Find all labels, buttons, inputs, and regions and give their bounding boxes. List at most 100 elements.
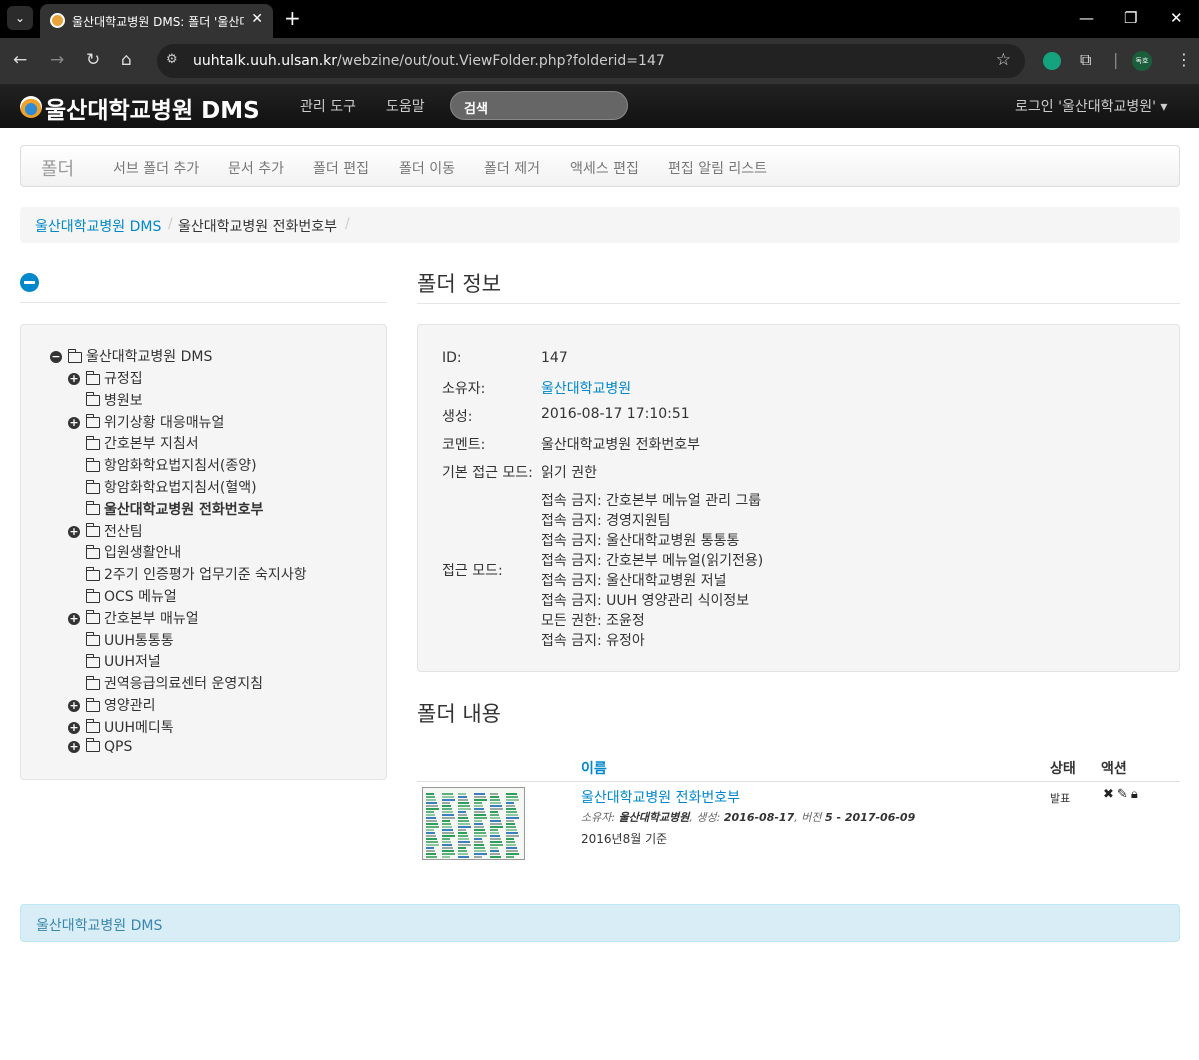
thumbnail-line bbox=[474, 835, 487, 837]
thumbnail-line bbox=[506, 850, 518, 852]
thumbnail-line bbox=[474, 808, 484, 810]
lock-icon[interactable]: 🔒︎ bbox=[1131, 787, 1138, 802]
new-tab-icon[interactable]: + bbox=[284, 6, 301, 30]
thumbnail-line bbox=[490, 817, 500, 819]
tree-item[interactable]: + 규정집 bbox=[68, 368, 143, 388]
nav-help[interactable]: 도움말 bbox=[386, 96, 425, 116]
tree-item-label: 병원보 bbox=[104, 392, 143, 409]
edit-notify-list-link[interactable]: 편집 알림 리스트 bbox=[668, 158, 767, 178]
browser-menu-icon[interactable]: ⋮ bbox=[1176, 50, 1192, 69]
thumbnail-line bbox=[458, 817, 468, 819]
collapse-node-icon[interactable]: − bbox=[50, 351, 62, 363]
tree-item[interactable]: + UUH메디톡 bbox=[68, 717, 174, 737]
profile-avatar[interactable]: 독호 bbox=[1132, 51, 1152, 71]
divider bbox=[417, 303, 1180, 304]
back-icon[interactable]: ← bbox=[13, 50, 27, 70]
extensions-puzzle-icon[interactable]: ⧉ bbox=[1080, 50, 1091, 70]
thumbnail-line bbox=[426, 796, 435, 798]
tree-item[interactable]: 울산대학교병원 전화번호부 bbox=[68, 499, 263, 519]
tree-item[interactable]: UUH통통통 bbox=[68, 630, 174, 650]
expand-node-icon[interactable]: + bbox=[68, 740, 80, 753]
reload-icon[interactable]: ↻ bbox=[86, 50, 100, 70]
thumbnail-line bbox=[474, 841, 483, 843]
tree-item[interactable]: + 위기상황 대응매뉴얼 bbox=[68, 412, 224, 432]
name-column-header[interactable]: 이름 bbox=[581, 758, 607, 778]
default-access-label: 기본 접근 모드: bbox=[442, 465, 533, 481]
thumbnail-line bbox=[506, 808, 516, 810]
tree-item[interactable]: 병원보 bbox=[68, 390, 143, 410]
search-input[interactable]: 검색 bbox=[450, 91, 628, 120]
document-title-link[interactable]: 울산대학교병원 전화번호부 bbox=[581, 787, 740, 807]
thumbnail-line bbox=[474, 832, 486, 834]
expand-node-icon[interactable]: + bbox=[68, 612, 80, 625]
add-subfolder-link[interactable]: 서브 폴더 추가 bbox=[113, 158, 199, 178]
browser-tab[interactable]: 울산대학교병원 DMS: 폴더 '울산대학교병원 전화번호부' ✕ bbox=[40, 4, 273, 38]
tree-item[interactable]: 간호본부 지침서 bbox=[68, 433, 199, 453]
tree-item-label: 2주기 인증평가 업무기준 숙지사항 bbox=[104, 567, 307, 584]
edit-access-link[interactable]: 액세스 편집 bbox=[570, 158, 639, 178]
thumbnail-line bbox=[458, 829, 466, 831]
nav-admin-tools[interactable]: 관리 도구 bbox=[300, 96, 356, 116]
tab-close-icon[interactable]: ✕ bbox=[251, 11, 263, 27]
tree-item[interactable]: + QPS bbox=[68, 738, 132, 759]
expand-node-icon[interactable]: + bbox=[68, 700, 80, 712]
move-folder-link[interactable]: 폴더 이동 bbox=[399, 158, 455, 178]
breadcrumb-current[interactable]: 울산대학교병원 전화번호부 bbox=[178, 216, 337, 236]
address-bar[interactable]: ⚙ uuhtalk.uuh.ulsan.kr/webzine/out/out.V… bbox=[157, 44, 1025, 78]
collapse-tree-icon[interactable] bbox=[20, 273, 39, 292]
owner-link[interactable]: 울산대학교병원 bbox=[541, 378, 631, 398]
thumbnail-line bbox=[474, 838, 482, 840]
favicon-icon bbox=[50, 13, 65, 28]
user-menu[interactable]: 로그인 '울산대학교병원' ▾ bbox=[1015, 96, 1167, 116]
thumbnail-line bbox=[458, 841, 470, 843]
bookmark-star-icon[interactable]: ☆ bbox=[996, 50, 1011, 70]
restore-icon[interactable]: ❐ bbox=[1124, 9, 1137, 27]
thumbnail-line bbox=[458, 844, 471, 846]
thumbnail-line bbox=[426, 841, 438, 843]
tree-item[interactable]: 권역응급의료센터 운영지침 bbox=[68, 673, 263, 693]
grammarly-extension-icon[interactable] bbox=[1043, 52, 1061, 70]
tree-item[interactable]: + 간호본부 매뉴얼 bbox=[68, 608, 199, 628]
thumbnail-line bbox=[474, 796, 486, 798]
url-text: uuhtalk.uuh.ulsan.kr/webzine/out/out.Vie… bbox=[193, 53, 665, 69]
tree-item-label: 규정집 bbox=[104, 371, 143, 387]
edit-icon[interactable]: ✎ bbox=[1117, 787, 1128, 802]
tree-item[interactable]: 항암화학요법지침서(종양) bbox=[68, 455, 257, 475]
tree-item-label: 영양관리 bbox=[104, 698, 156, 714]
tree-item[interactable]: 입원생활안내 bbox=[68, 542, 181, 562]
tree-root[interactable]: − 울산대학교병원 DMS bbox=[50, 346, 212, 366]
forward-icon[interactable]: → bbox=[50, 50, 64, 70]
tree-item[interactable]: 항암화학요법지침서(혈액) bbox=[68, 477, 257, 497]
expand-node-icon[interactable]: + bbox=[68, 721, 80, 734]
table-divider bbox=[417, 781, 1180, 782]
expand-node-icon[interactable]: + bbox=[68, 373, 80, 385]
tab-list-chevron-icon[interactable]: ⌄ bbox=[7, 6, 33, 30]
tree-item[interactable]: 2주기 인증평가 업무기준 숙지사항 bbox=[68, 564, 307, 584]
expand-node-icon[interactable]: + bbox=[68, 416, 80, 429]
breadcrumb-root-link[interactable]: 울산대학교병원 DMS bbox=[35, 216, 161, 236]
id-label: ID: bbox=[442, 350, 462, 366]
document-thumbnail[interactable] bbox=[422, 787, 525, 860]
edit-folder-link[interactable]: 폴더 편집 bbox=[313, 158, 369, 178]
expand-node-icon[interactable]: + bbox=[68, 525, 80, 538]
tree-item[interactable]: + 영양관리 bbox=[68, 695, 156, 715]
document-comment: 2016년8월 기준 bbox=[581, 832, 668, 846]
add-document-link[interactable]: 문서 추가 bbox=[228, 158, 284, 178]
tree-item-label: UUH메디톡 bbox=[104, 719, 174, 736]
tree-item-label: 항암화학요법지침서(혈액) bbox=[104, 480, 257, 496]
home-icon[interactable]: ⌂ bbox=[121, 50, 132, 70]
minimize-icon[interactable]: — bbox=[1079, 9, 1094, 27]
remove-folder-link[interactable]: 폴더 제거 bbox=[484, 158, 540, 178]
thumbnail-line bbox=[442, 838, 450, 840]
tree-item[interactable]: + 전산팀 bbox=[68, 521, 143, 541]
thumbnail-line bbox=[426, 805, 438, 807]
thumbnail-line bbox=[426, 823, 438, 825]
delete-icon[interactable]: ✖ bbox=[1103, 787, 1114, 802]
site-info-icon[interactable]: ⚙ bbox=[166, 52, 178, 67]
folder-icon bbox=[86, 392, 100, 407]
folder-icon bbox=[86, 457, 100, 472]
brand-title[interactable]: 울산대학교병원 DMS bbox=[45, 91, 260, 125]
tree-item[interactable]: OCS 메뉴얼 bbox=[68, 586, 177, 606]
window-close-icon[interactable]: ✕ bbox=[1170, 9, 1183, 27]
tree-item[interactable]: UUH저널 bbox=[68, 651, 161, 671]
